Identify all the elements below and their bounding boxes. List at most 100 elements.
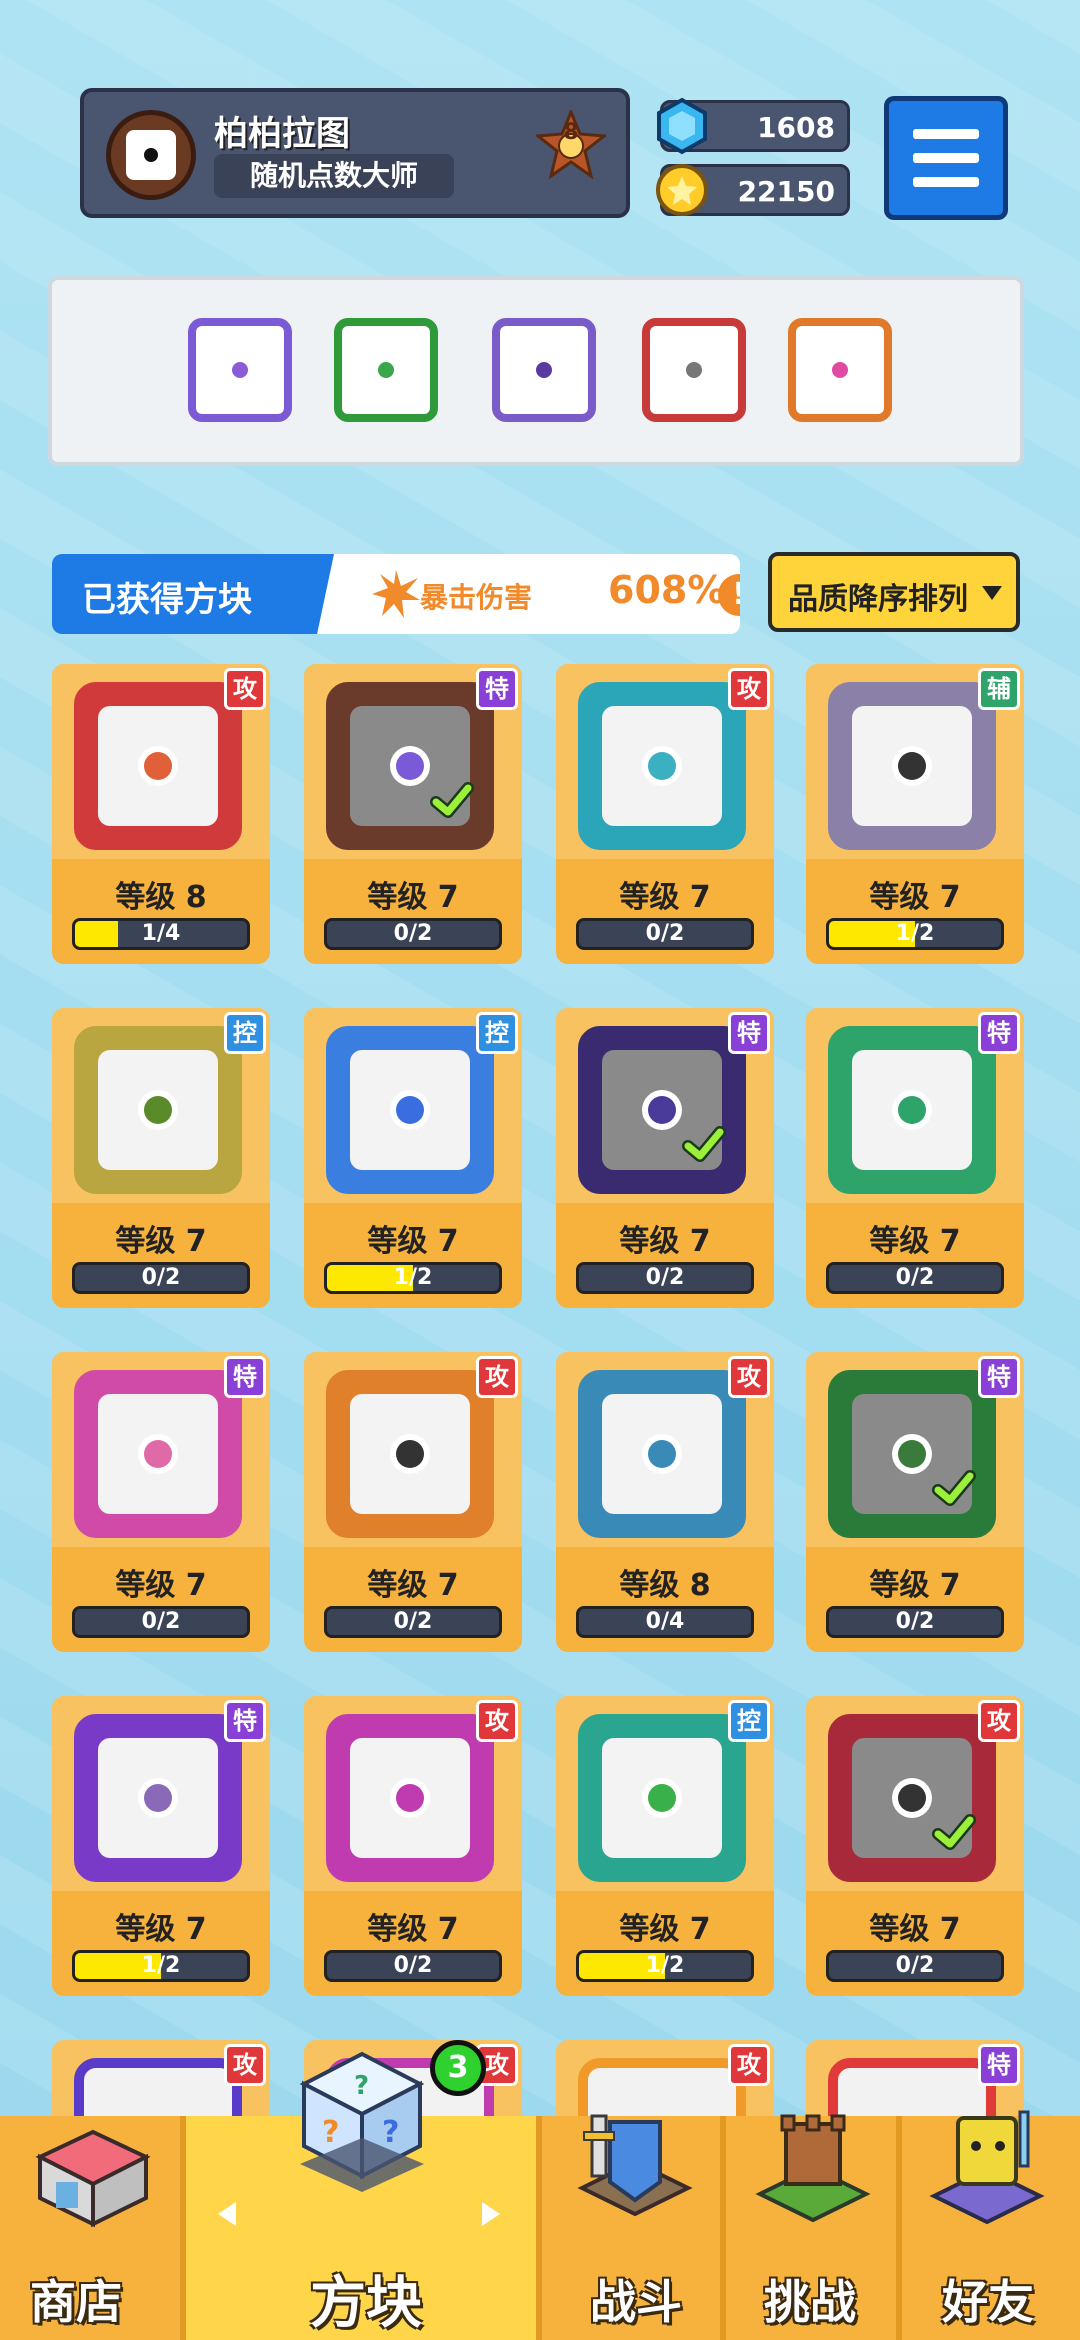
svg-text:?: ? (382, 2115, 399, 2150)
svg-text:?: ? (322, 2115, 339, 2150)
nav-battle-label: 战斗 (590, 2275, 682, 2329)
upgrade-progress-text: 0/2 (393, 1609, 433, 1634)
gem-icon (653, 97, 711, 155)
dice-level: 等级 7 (869, 1912, 961, 1947)
sort-quality-button[interactable]: 品质降序排列 (768, 552, 1020, 632)
nav-next-arrow-icon[interactable] (482, 2202, 500, 2226)
equipped-check-icon (682, 1126, 726, 1162)
dice-type-badge: 控 (224, 1012, 266, 1054)
nav-shop-label: 商店 (30, 2275, 122, 2329)
nav-shop[interactable]: 商店 (0, 2116, 180, 2340)
equipped-check-icon (932, 1470, 976, 1506)
dice-pip-icon (378, 362, 394, 378)
upgrade-progress-bar: 1/2 (324, 1262, 502, 1294)
equipped-slot-2[interactable] (334, 318, 438, 422)
dice-level: 等级 8 (115, 880, 207, 915)
nav-dice[interactable]: ? ? ? 方块 (186, 2051, 536, 2340)
dice-type-badge: 攻 (224, 668, 266, 710)
coin-counter[interactable]: 22150 (656, 164, 850, 216)
nav-friends-label: 好友 (942, 2275, 1034, 2329)
avatar[interactable] (106, 110, 196, 200)
dice-type-badge: 攻 (978, 1700, 1020, 1742)
dice-card[interactable]: 攻等级 7 0/2 (806, 1696, 1024, 1996)
dice-face (98, 1394, 218, 1514)
dice-type-badge: 特 (978, 2044, 1020, 2086)
upgrade-progress-bar: 0/2 (72, 1606, 250, 1638)
dice-card[interactable]: 特等级 7 0/2 (556, 1008, 774, 1308)
dice-pip-icon (648, 1440, 676, 1468)
dice-card[interactable]: 攻等级 8 0/4 (556, 1352, 774, 1652)
dice-level: 等级 7 (869, 880, 961, 915)
dice-face (98, 1050, 218, 1170)
equipped-slot-4[interactable] (642, 318, 746, 422)
svg-text:?: ? (354, 2071, 369, 2101)
dice-face (98, 706, 218, 826)
dice-card[interactable]: 特等级 7 1/2 (52, 1696, 270, 1996)
dice-pip-icon (144, 1784, 172, 1812)
bottom-nav: 商店 ? ? ? 方块 战斗 挑战 好友 (0, 2051, 1080, 2340)
dice-card[interactable]: 特等级 7 0/2 (806, 1008, 1024, 1308)
dice-frame (74, 682, 242, 850)
gem-counter[interactable]: 1608 (657, 97, 850, 155)
dice-frame (828, 1026, 996, 1194)
upgrade-progress-text: 0/2 (393, 921, 433, 946)
dice-frame (828, 1370, 996, 1538)
upgrade-progress-bar: 0/2 (826, 1606, 1004, 1638)
dice-card[interactable]: 特等级 7 0/2 (304, 664, 522, 964)
dice-type-badge: 特 (978, 1356, 1020, 1398)
dice-card[interactable]: 攻等级 7 0/2 (556, 664, 774, 964)
dice-type-badge: 攻 (728, 668, 770, 710)
dice-icon (126, 130, 176, 180)
upgrade-progress-text: 1/2 (645, 1953, 685, 1978)
dice-pip-icon (396, 1096, 424, 1124)
upgrade-progress-bar: 0/2 (826, 1950, 1004, 1982)
dice-level: 等级 7 (115, 1912, 207, 1947)
profile-card[interactable]: 柏柏拉图 随机点数大师 8 (80, 88, 630, 218)
equipped-slot-3[interactable] (492, 318, 596, 422)
dice-pip-icon (648, 1096, 676, 1124)
equipped-dice-panel (48, 276, 1024, 466)
dice-pip-icon (144, 1096, 172, 1124)
sort-label: 品质降序排列 (788, 582, 968, 617)
dice-card[interactable]: 攻等级 7 0/2 (304, 1696, 522, 1996)
dice-level: 等级 7 (115, 1568, 207, 1603)
dice-card[interactable]: 控等级 7 1/2 (556, 1696, 774, 1996)
dice-pip-icon (648, 1784, 676, 1812)
dice-face (852, 706, 972, 826)
menu-button[interactable] (884, 96, 1008, 220)
upgrade-progress-text: 1/2 (393, 1265, 433, 1290)
upgrade-progress-text: 0/2 (895, 1609, 935, 1634)
dice-pip-icon (396, 752, 424, 780)
dice-card[interactable]: 控等级 7 0/2 (52, 1008, 270, 1308)
dice-frame (326, 682, 494, 850)
upgrade-progress-text: 0/2 (895, 1953, 935, 1978)
dice-card[interactable]: 控等级 7 1/2 (304, 1008, 522, 1308)
equipped-slot-5[interactable] (788, 318, 892, 422)
dice-pip-icon (144, 1440, 172, 1468)
dice-card[interactable]: 攻等级 8 1/4 (52, 664, 270, 964)
dice-card[interactable]: 辅等级 7 1/2 (806, 664, 1024, 964)
upgrade-progress-text: 0/2 (141, 1609, 181, 1634)
dice-card[interactable]: 特等级 7 0/2 (806, 1352, 1024, 1652)
dice-face (350, 1738, 470, 1858)
equipped-slot-1[interactable] (188, 318, 292, 422)
coin-amount: 22150 (737, 175, 835, 208)
nav-prev-arrow-icon[interactable] (218, 2202, 236, 2226)
crit-damage-value: 608% (608, 568, 726, 612)
dice-level: 等级 7 (619, 1224, 711, 1259)
dice-type-badge: 辅 (978, 668, 1020, 710)
upgrade-progress-bar: 0/2 (324, 1950, 502, 1982)
dice-pip-icon (898, 1784, 926, 1812)
nav-battle[interactable]: 战斗 (542, 2114, 720, 2340)
dice-card[interactable]: 特等级 7 0/2 (52, 1352, 270, 1652)
player-title: 随机点数大师 (214, 154, 454, 198)
dice-card[interactable]: 攻等级 7 0/2 (304, 1352, 522, 1652)
dice-level: 等级 7 (619, 880, 711, 915)
dice-face (350, 1050, 470, 1170)
dice-type-badge: 攻 (476, 1700, 518, 1742)
upgrade-progress-bar: 0/2 (324, 918, 502, 950)
dice-type-badge: 特 (978, 1012, 1020, 1054)
nav-friends[interactable]: 好友 (902, 2110, 1080, 2340)
nav-challenge[interactable]: 挑战 (726, 2114, 896, 2340)
dice-frame (578, 1370, 746, 1538)
